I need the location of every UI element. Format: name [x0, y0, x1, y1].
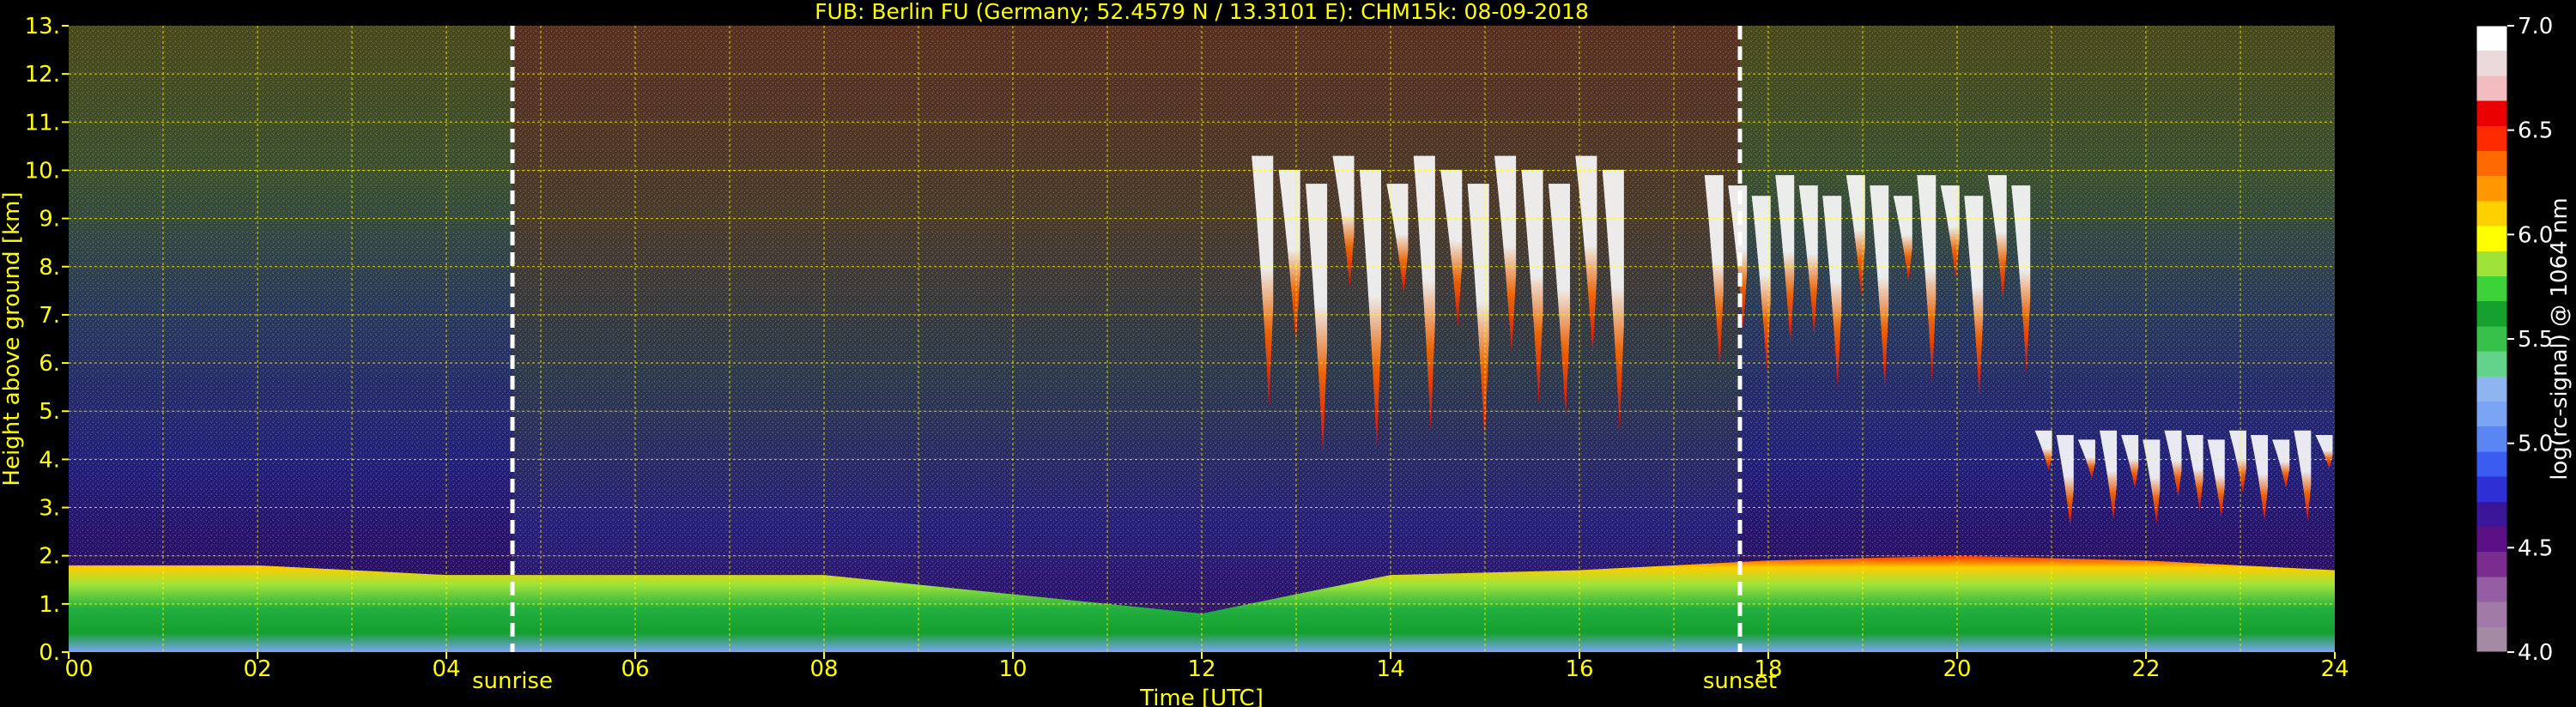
y-tick-label: 12.	[25, 62, 60, 88]
colorbar-scale	[2476, 25, 2508, 653]
y-tick-label: 6.	[39, 351, 60, 377]
y-tick-label: 1.	[39, 592, 60, 618]
colorbar: 4.04.55.05.56.06.57.0 log(rc-signal) @ 1…	[2476, 14, 2573, 666]
y-tick-label: 7.	[39, 303, 60, 329]
x-axis-label: Time [UTC]	[1139, 686, 1264, 707]
sunset-label: sunset	[1703, 668, 1777, 694]
y-tick-label: 8.	[39, 255, 60, 281]
plot-area	[69, 26, 2335, 652]
x-tick-label: 04	[432, 656, 460, 682]
chart-title: FUB: Berlin FU (Germany; 52.4579 N / 13.…	[815, 0, 1589, 24]
x-tick-label: 02	[243, 656, 271, 682]
sunrise-label: sunrise	[472, 668, 553, 694]
x-tick-label: 08	[809, 656, 838, 682]
colorbar-tick-label: 6.5	[2518, 118, 2553, 144]
y-tick-label: 11.	[25, 110, 60, 136]
colorbar-tick-label: 4.5	[2518, 535, 2553, 561]
lidar-chart: FUB: Berlin FU (Germany; 52.4579 N / 13.…	[0, 0, 2573, 707]
x-tick-label: 20	[1943, 656, 1971, 682]
y-axis: 0. 1. 2. 3. 4. 5. 6. 7. 8. 9. 10. 11. 12. 13.	[25, 14, 69, 666]
x-tick-label: 16	[1565, 656, 1593, 682]
colorbar-tick-label: 4.0	[2518, 640, 2553, 666]
colorbar-tick-label: 7.0	[2518, 14, 2553, 39]
y-tick-label: 13.	[25, 14, 60, 39]
y-tick-label: 2.	[39, 544, 60, 570]
x-tick-label: 06	[621, 656, 649, 682]
y-tick-label: 10.	[25, 158, 60, 184]
x-tick-label: 22	[2131, 656, 2160, 682]
colorbar-label: log(rc-signal) @ 1064 nm	[2547, 197, 2573, 480]
y-tick-label: 3.	[39, 496, 60, 522]
y-tick-label: 5.	[39, 399, 60, 425]
x-tick-label: 24	[2320, 656, 2349, 682]
x-tick-label: 12	[1187, 656, 1215, 682]
y-tick-label: 4.	[39, 447, 60, 473]
x-axis: 00 02 04 06 08 10 12 14 16 18 20 22 24	[64, 652, 2349, 682]
x-tick-label: 14	[1376, 656, 1404, 682]
y-axis-label: Height above ground [km]	[0, 191, 25, 486]
x-tick-label: 00	[64, 656, 93, 682]
y-tick-label: 9.	[39, 207, 60, 233]
y-tick-label: 0.	[39, 640, 60, 666]
x-tick-label: 10	[998, 656, 1027, 682]
